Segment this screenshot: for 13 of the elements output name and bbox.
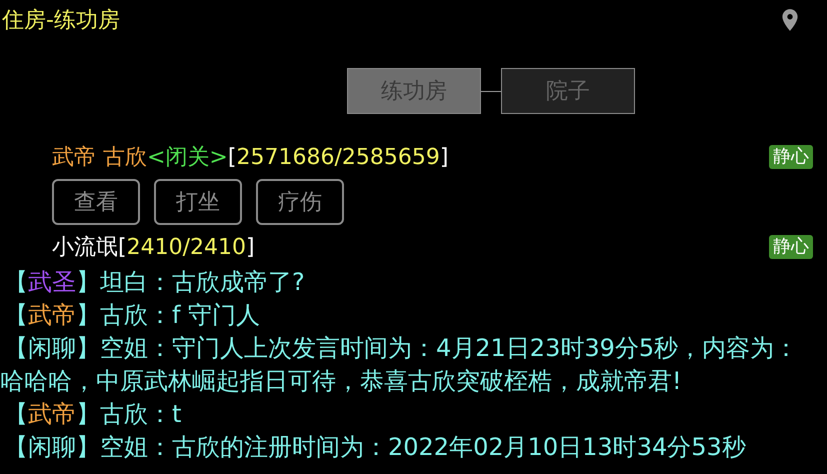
chat-message: 【闲聊】空姐：古欣的注册时间为：2022年02月10日13时34分53秒	[3, 432, 747, 463]
chat-message: 【武帝】古欣：f 守门人	[3, 300, 262, 331]
status-badge: 静心	[769, 235, 813, 259]
action-button[interactable]: 查看	[52, 179, 140, 225]
location-title: 住房-练功房	[1, 6, 120, 34]
chat-message: 【武帝】古欣：t	[3, 399, 182, 430]
player-name: 小流氓[2410/2410]	[52, 234, 255, 262]
player-name: 武帝 古欣<闭关>[2571686/2585659]	[52, 144, 448, 172]
chat-message: 【闲聊】空姐：守门人上次发言时间为：4月21日23时39分5秒，内容为：哈哈哈，中原武林崛起指日可待，恭喜古欣突破桎梏，成就帝君!	[0, 333, 800, 397]
chat-message: 【武圣】坦白：古欣成帝了?	[3, 267, 306, 298]
action-button[interactable]: 疗伤	[256, 179, 344, 225]
status-badge: 静心	[769, 145, 813, 169]
action-button[interactable]: 打坐	[154, 179, 242, 225]
